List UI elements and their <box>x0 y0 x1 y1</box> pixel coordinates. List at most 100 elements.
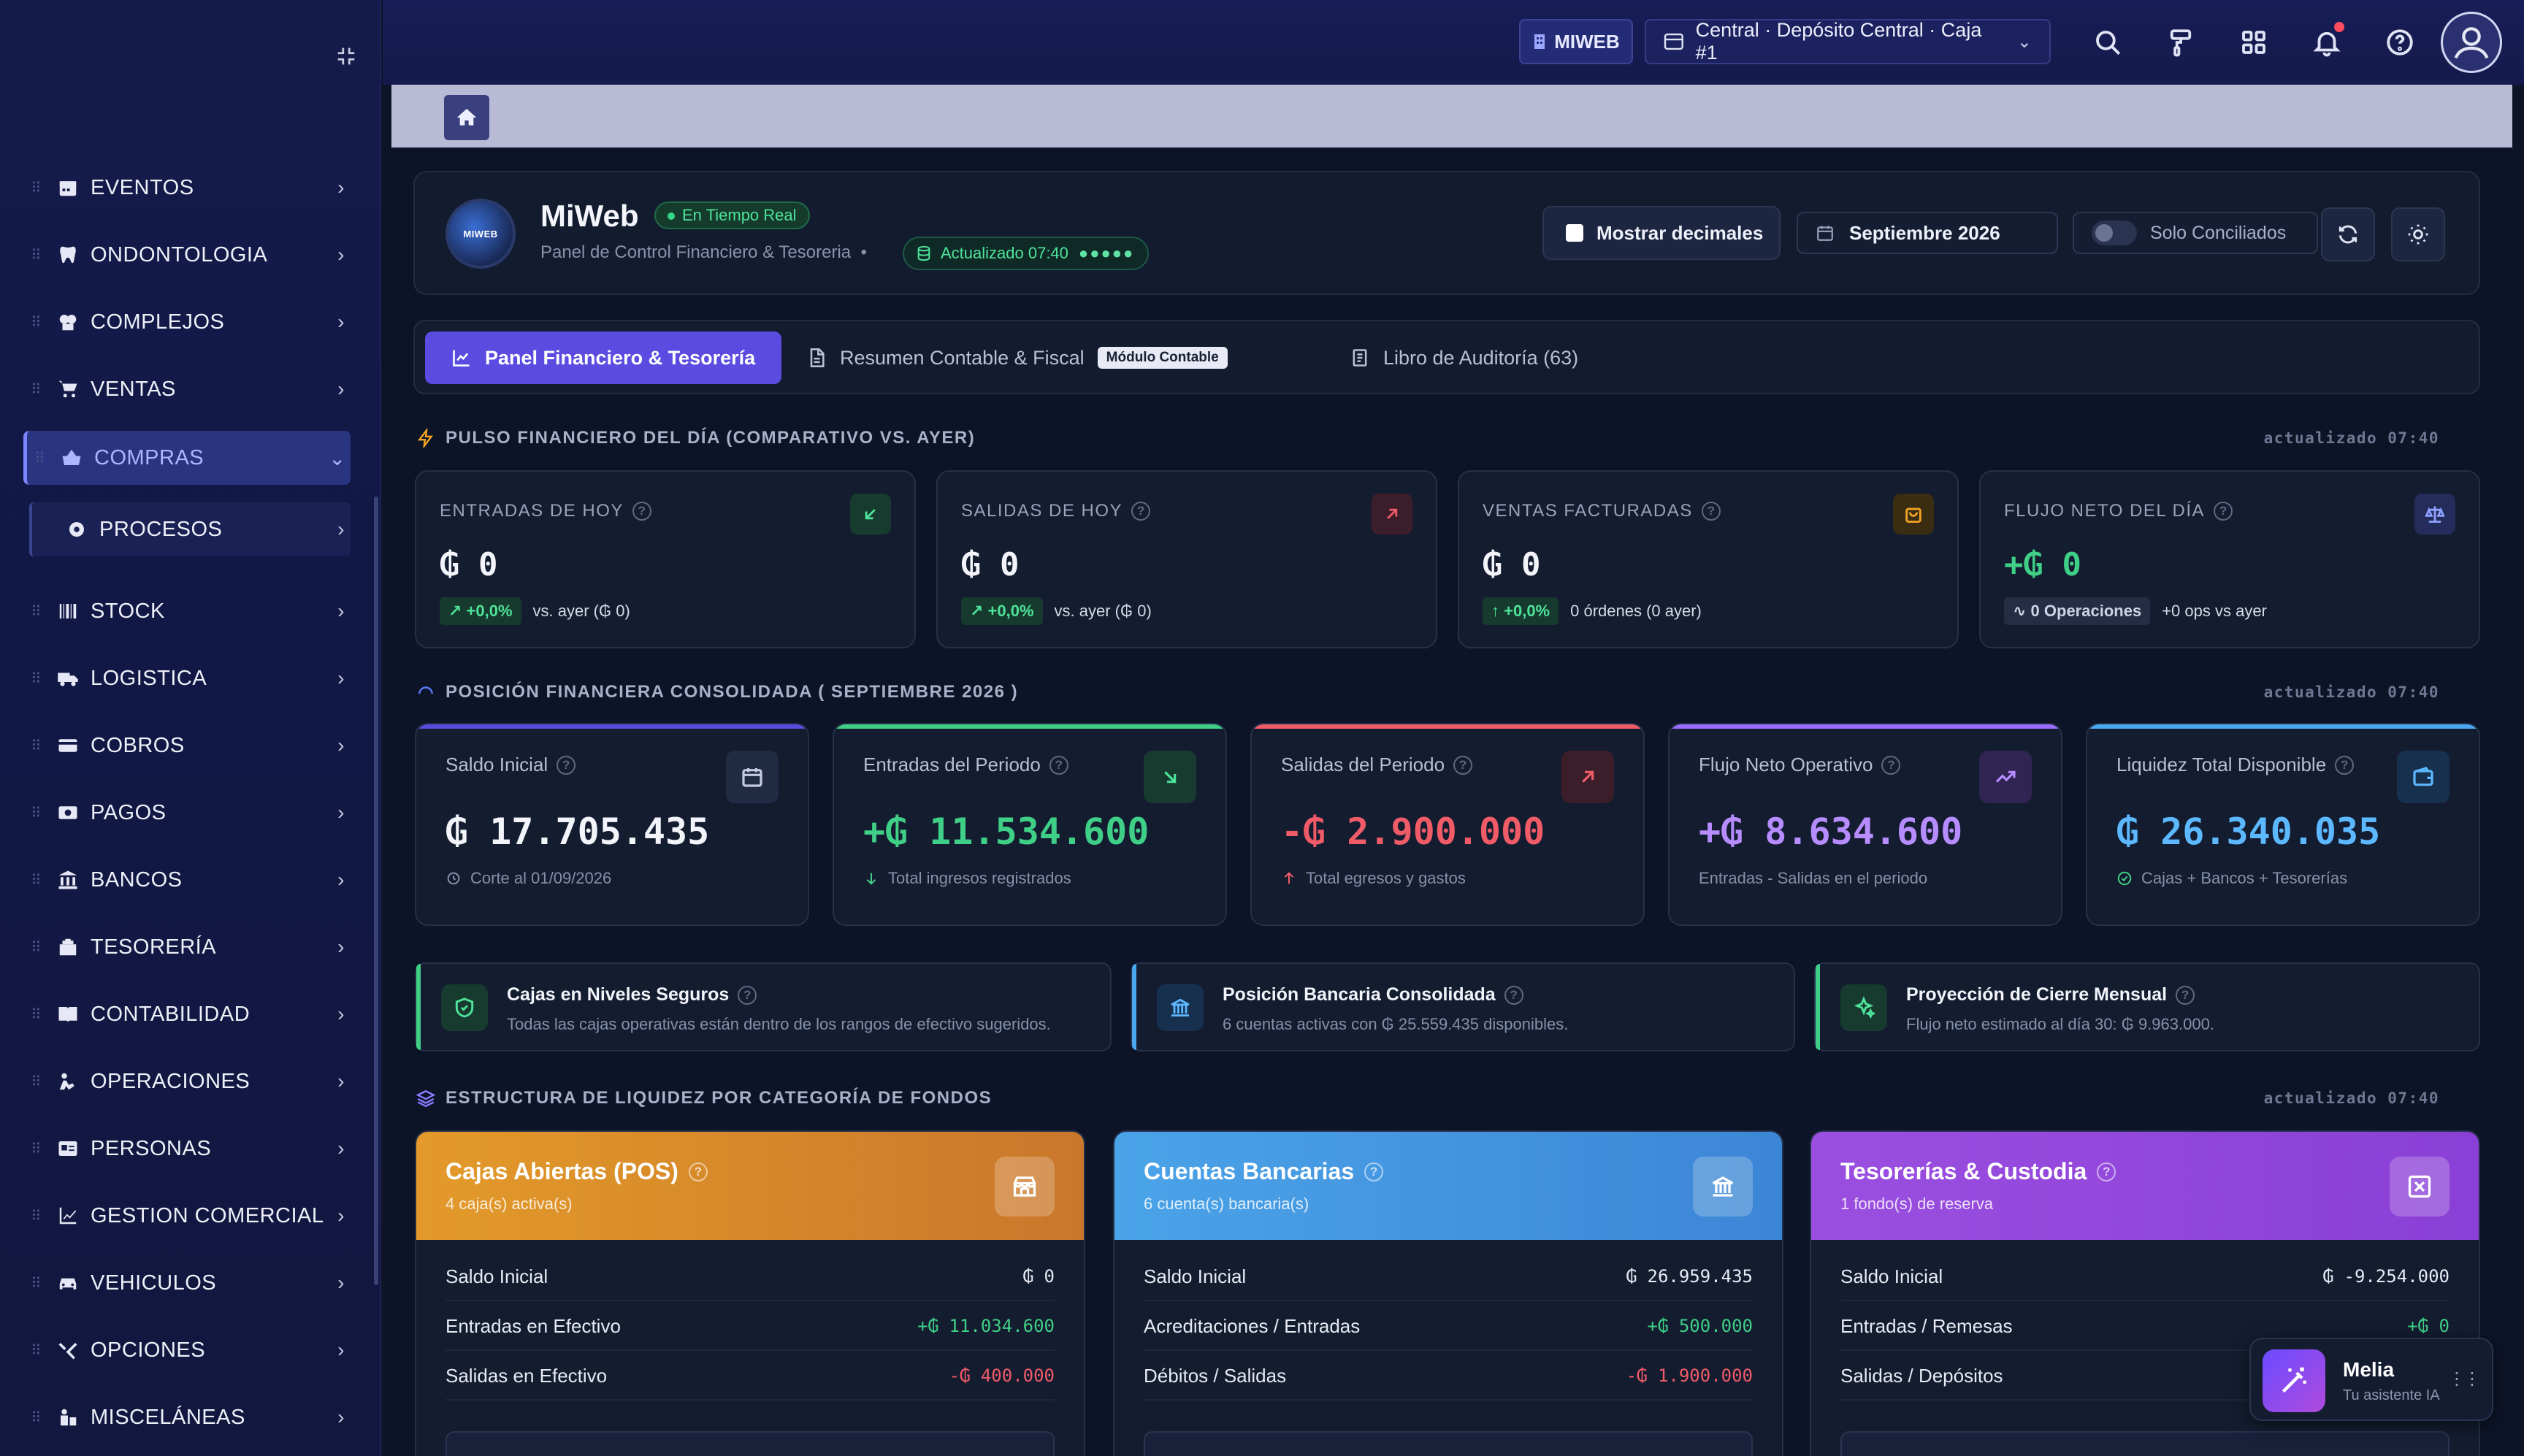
store-icon <box>995 1157 1055 1216</box>
refresh-button[interactable] <box>2321 207 2375 261</box>
collapse-sidebar-icon[interactable] <box>330 44 362 76</box>
drag-handle-icon[interactable]: ⠿ <box>23 938 53 957</box>
help-icon[interactable]: ? <box>738 985 757 1005</box>
help-icon[interactable]: ? <box>1504 985 1523 1005</box>
position-card-saldo-inicial: Saldo Inicial? ₲ 17.705.435 Corte al 01/… <box>415 723 809 926</box>
company-chip[interactable]: MIWEB <box>1519 19 1633 64</box>
position-footer: Cajas + Bancos + Tesorerías <box>2116 869 2347 888</box>
tab-libro-auditoria[interactable]: Libro de Auditoría (63) <box>1323 332 1605 384</box>
paint-roller-icon[interactable] <box>2160 22 2201 63</box>
drag-handle-icon[interactable]: ⠿ <box>23 1341 53 1360</box>
sidebar-item-compras[interactable]: ⠿ COMPRAS ⌄ <box>23 431 351 485</box>
sidebar-item-label: BANCOS <box>91 867 183 892</box>
help-icon[interactable]: ? <box>2097 1162 2116 1181</box>
help-icon[interactable]: ? <box>632 502 651 521</box>
drag-handle-icon[interactable]: ⠿ <box>23 602 53 621</box>
avatar[interactable] <box>2441 12 2502 73</box>
help-icon[interactable]: ? <box>2214 502 2233 521</box>
fund-subtitle: 6 cuenta(s) bancaria(s) <box>1144 1195 1309 1213</box>
sidebar-item-tesorería[interactable]: ⠿ TESORERÍA › <box>23 920 351 974</box>
location-selector[interactable]: Central · Depósito Central · Caja #1 ⌄ <box>1645 19 2051 64</box>
position-label: Salidas del Periodo? <box>1281 754 1473 776</box>
help-icon[interactable]: ? <box>1049 755 1068 775</box>
drag-handle-icon[interactable]: ⠿ <box>23 313 53 332</box>
drag-handle-icon[interactable]: ⠿ <box>23 1409 53 1427</box>
drag-handle-icon[interactable]: ⠿ <box>23 670 53 688</box>
info-title: Cajas en Niveles Seguros? <box>507 984 757 1005</box>
sidebar-item-contabilidad[interactable]: ⠿ CONTABILIDAD › <box>23 987 351 1041</box>
help-icon[interactable]: ? <box>1453 755 1473 775</box>
search-icon[interactable] <box>2087 22 2128 63</box>
ai-assistant-widget[interactable]: Melia Tu asistente IA ⋮⋮ <box>2249 1338 2493 1421</box>
sidebar-item-cobros[interactable]: ⠿ COBROS › <box>23 719 351 773</box>
drag-handle-icon[interactable]: ⠿ <box>23 1005 53 1024</box>
sidebar-item-operaciones[interactable]: ⠿ OPERACIONES › <box>23 1054 351 1108</box>
sidebar-item-gestion-comercial[interactable]: ⠿ GESTION COMERCIAL › <box>23 1189 351 1243</box>
apps-grid-icon[interactable] <box>2233 22 2274 63</box>
toggle-switch[interactable] <box>2092 221 2137 245</box>
sidebar-item-vehiculos[interactable]: ⠿ VEHICULOS › <box>23 1256 351 1310</box>
sidebar-item-logistica[interactable]: ⠿ LOGISTICA › <box>23 651 351 705</box>
drag-handle-icon[interactable]: ⠿ <box>23 1073 53 1091</box>
help-icon[interactable]: ? <box>1701 502 1721 521</box>
month-picker[interactable]: Septiembre 2026 <box>1797 212 2058 254</box>
sidebar-item-bancos[interactable]: ⠿ BANCOS › <box>23 853 351 907</box>
help-icon[interactable]: ? <box>1131 502 1151 521</box>
funds-section-header: ESTRUCTURA DE LIQUIDEZ POR CATEGORÍA DE … <box>416 1084 2483 1113</box>
sidebar-item-label: STOCK <box>91 599 165 623</box>
bank-icon <box>1157 984 1204 1031</box>
pulse-section-header: PULSO FINANCIERO DEL DÍA (COMPARATIVO VS… <box>416 424 2483 453</box>
help-icon[interactable]: ? <box>2176 985 2195 1005</box>
sidebar-item-complejos[interactable]: ⠿ COMPLEJOS › <box>23 295 351 349</box>
funds-title: ESTRUCTURA DE LIQUIDEZ POR CATEGORÍA DE … <box>445 1088 993 1108</box>
cart-icon <box>53 378 83 400</box>
pulse-value: ₲ 0 <box>1483 546 1541 583</box>
bell-icon[interactable] <box>2306 22 2347 63</box>
sidebar-item-misceláneas[interactable]: ⠿ MISCELÁNEAS › <box>23 1390 351 1444</box>
drag-handle-icon[interactable]: ⋮⋮ <box>2448 1368 2481 1390</box>
show-decimals-toggle[interactable]: Mostrar decimales <box>1542 206 1781 260</box>
drag-handle-icon[interactable]: ⠿ <box>23 804 53 822</box>
sidebar-item-opciones[interactable]: ⠿ OPCIONES › <box>23 1323 351 1377</box>
fund-title: Cajas Abiertas (POS)? <box>445 1158 708 1185</box>
card-accent <box>2087 724 2479 729</box>
drag-handle-icon[interactable]: ⠿ <box>27 449 56 467</box>
fund-title: Cuentas Bancarias? <box>1144 1158 1384 1185</box>
sidebar-scrollbar[interactable] <box>374 497 378 1285</box>
sidebar-item-pagos[interactable]: ⠿ PAGOS › <box>23 786 351 840</box>
decimals-label: Mostrar decimales <box>1596 221 1764 244</box>
help-icon[interactable] <box>2379 22 2420 63</box>
help-icon[interactable]: ? <box>1364 1162 1384 1181</box>
drag-handle-icon[interactable]: ⠿ <box>23 179 53 197</box>
drag-handle-icon[interactable]: ⠿ <box>23 246 53 264</box>
sidebar-item-eventos[interactable]: ⠿ EVENTOS › <box>23 161 351 215</box>
tab-label: Libro de Auditoría (63) <box>1383 346 1579 369</box>
drag-handle-icon[interactable]: ⠿ <box>23 1207 53 1225</box>
decimals-checkbox[interactable] <box>1566 224 1583 242</box>
theme-button[interactable] <box>2391 207 2445 261</box>
drag-handle-icon[interactable]: ⠿ <box>23 380 53 399</box>
home-icon[interactable] <box>444 95 489 140</box>
pulse-card-salidas: SALIDAS DE HOY? ₲ 0 ↗ +0,0% vs. ayer (₲ 0… <box>936 470 1437 648</box>
sidebar-item-ondontologia[interactable]: ⠿ ONDONTOLOGIA › <box>23 228 351 282</box>
drag-handle-icon[interactable]: ⠿ <box>23 1140 53 1158</box>
help-icon[interactable]: ? <box>688 1162 708 1181</box>
drag-handle-icon[interactable]: ⠿ <box>23 737 53 755</box>
sidebar-item-label: VEHICULOS <box>91 1271 217 1295</box>
help-icon[interactable]: ? <box>557 755 576 775</box>
solo-conciliados-toggle[interactable]: Solo Conciliados <box>2073 212 2318 254</box>
car-icon <box>53 1272 83 1294</box>
sidebar-item-personas[interactable]: ⠿ PERSONAS › <box>23 1122 351 1176</box>
sidebar-item-procesos[interactable]: PROCESOS › <box>29 502 351 556</box>
help-icon[interactable]: ? <box>1881 755 1901 775</box>
sidebar-item-stock[interactable]: ⠿ STOCK › <box>23 584 351 638</box>
help-icon[interactable]: ? <box>2335 755 2355 775</box>
drag-handle-icon[interactable]: ⠿ <box>23 871 53 889</box>
sidebar-item-ventas[interactable]: ⠿ VENTAS › <box>23 362 351 416</box>
tab-panel-financiero[interactable]: Panel Financiero & Tesorería <box>425 332 782 384</box>
drag-handle-icon[interactable]: ⠿ <box>23 1274 53 1292</box>
position-title: POSICIÓN FINANCIERA CONSOLIDADA ( SEPTIE… <box>445 682 1019 702</box>
tabs-bar: Panel Financiero & Tesorería Resumen Con… <box>413 320 2480 394</box>
tab-resumen-contable[interactable]: Resumen Contable & Fiscal Módulo Contabl… <box>780 332 1254 384</box>
fund-row: Entradas en Efectivo +₲ 11.034.600 <box>445 1303 1055 1351</box>
